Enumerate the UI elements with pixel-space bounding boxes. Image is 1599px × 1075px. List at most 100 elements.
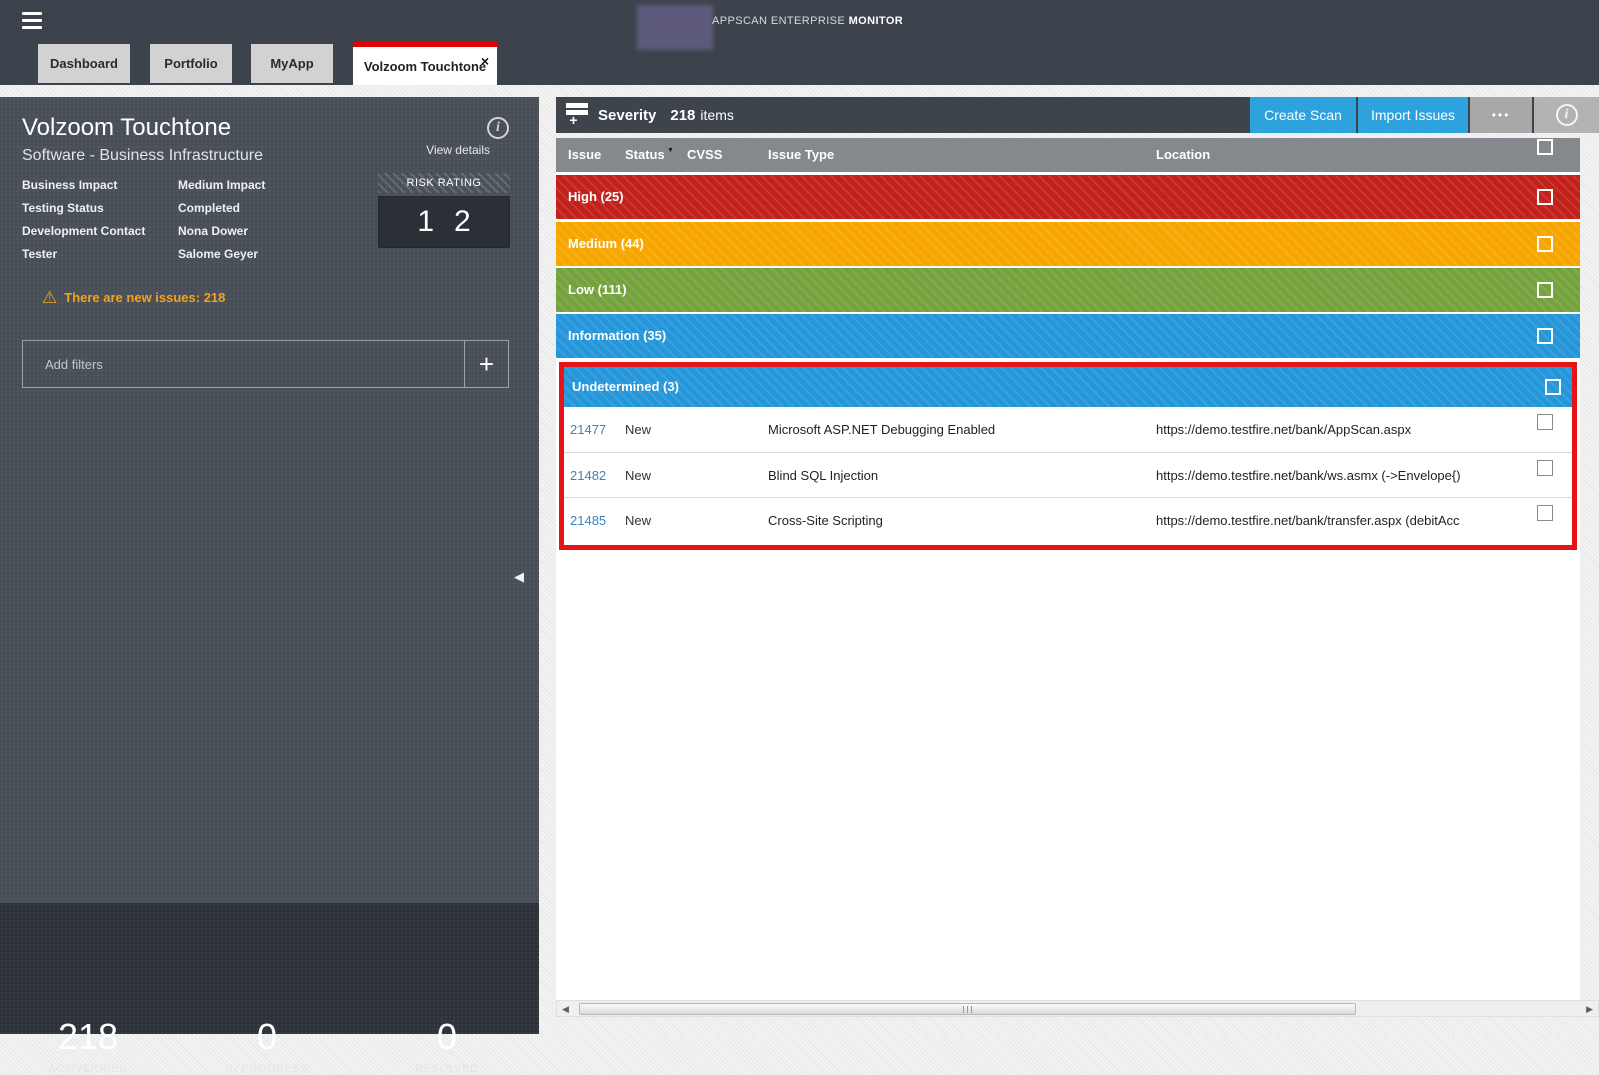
severity-group-medium[interactable]: Medium (44) [556,222,1580,266]
severity-group-label: Medium (44) [568,236,644,251]
field-testing-status: Testing Status Completed [22,201,104,217]
severity-group-information[interactable]: Information (35) [556,314,1580,358]
info-icon: i [1556,104,1578,126]
field-label: Testing Status [22,201,104,215]
stat-label: ACTIVE/OPEN [3,1063,173,1075]
column-location[interactable]: Location [1156,147,1210,162]
issue-status: New [625,468,651,483]
close-tab-icon[interactable]: × [481,53,489,69]
stat-value: 0 [182,1017,352,1057]
application-summary-panel: Volzoom Touchtone Software - Business In… [0,97,539,1034]
risk-rating-label: RISK RATING [378,173,510,193]
table-header-row: Issue Status ▼ CVSS Issue Type Location [556,138,1580,172]
sort-desc-icon[interactable]: ▼ [667,147,674,154]
create-scan-button[interactable]: Create Scan [1248,97,1356,133]
blurred-logo [637,5,713,50]
info-icon[interactable]: i [487,117,509,139]
field-development-contact: Development Contact Nona Dower [22,224,145,240]
tab-portfolio[interactable]: Portfolio [150,44,232,83]
tab-myapp[interactable]: MyApp [251,44,333,83]
risk-value-1: 1 [417,205,434,239]
field-value: Nona Dower [178,224,368,238]
horizontal-scrollbar[interactable]: ◀ ▶ [556,1000,1599,1017]
app-title-regular: APPSCAN ENTERPRISE [712,15,845,27]
issue-location: https://demo.testfire.net/bank/AppScan.a… [1156,422,1534,437]
severity-group-undetermined[interactable]: Undetermined (3) [564,367,1572,407]
scroll-right-icon[interactable]: ▶ [1586,1004,1593,1015]
issue-location: https://demo.testfire.net/bank/ws.asmx (… [1156,468,1534,483]
group-by-icon: + [566,103,588,127]
application-subtitle: Software - Business Infrastructure [22,147,263,165]
severity-group-high[interactable]: High (25) [556,175,1580,219]
issue-stats-section: 218 ACTIVE/OPEN 0 IN PROGRESS 0 RESOLVED [0,903,539,1034]
severity-group-label: Low (111) [568,282,627,297]
issue-id-link[interactable]: 21482 [570,468,606,483]
application-title: Volzoom Touchtone [22,114,231,142]
issue-id-link[interactable]: 21485 [570,513,606,528]
hamburger-menu-icon[interactable] [22,12,44,30]
stat-label: RESOLVED [362,1063,532,1075]
risk-rating-value: 1 2 [378,196,510,248]
stat-resolved: 0 RESOLVED [362,1017,532,1075]
row-checkbox[interactable] [1537,460,1553,476]
severity-group-label: Information (35) [568,328,666,343]
info-button[interactable]: i [1532,97,1599,133]
row-checkbox[interactable] [1537,414,1553,430]
issue-type: Cross-Site Scripting [768,513,1148,528]
group-checkbox[interactable] [1545,379,1561,395]
more-actions-button[interactable]: ••• [1468,97,1532,133]
group-checkbox[interactable] [1537,328,1553,344]
import-issues-button[interactable]: Import Issues [1356,97,1468,133]
column-issue-type[interactable]: Issue Type [768,147,834,162]
group-checkbox[interactable] [1537,189,1553,205]
issue-row-21477[interactable]: 21477 New Microsoft ASP.NET Debugging En… [564,407,1572,452]
stat-active-open: 218 ACTIVE/OPEN [3,1017,173,1075]
field-value: Salome Geyer [178,247,368,261]
field-label: Tester [22,247,57,261]
view-details-link[interactable]: View details [398,143,490,157]
tab-dashboard[interactable]: Dashboard [38,44,130,83]
select-all-checkbox[interactable] [1537,139,1553,155]
items-count-suffix: items [700,107,733,123]
scroll-left-icon[interactable]: ◀ [562,1004,569,1015]
severity-group-label: Undetermined (3) [572,379,679,394]
issue-id-link[interactable]: 21477 [570,422,606,437]
issues-toolbar: + Severity 218 items Create Scan Import … [556,97,1599,133]
stat-label: IN PROGRESS [182,1063,352,1075]
column-issue[interactable]: Issue [568,147,601,162]
warning-text: There are new issues: 218 [64,290,225,305]
stat-value: 0 [362,1017,532,1057]
row-checkbox[interactable] [1537,505,1553,521]
group-plus-glyph: + [567,112,580,126]
issue-type: Blind SQL Injection [768,468,1148,483]
collapse-panel-icon[interactable]: ◀ [514,569,524,585]
issues-table: Issue Status ▼ CVSS Issue Type Location … [556,138,1580,1000]
tab-active-label: Volzoom Touchtone [364,59,486,74]
new-issues-warning: ⚠ There are new issues: 218 [42,289,225,306]
field-business-impact: Business Impact Medium Impact [22,178,117,194]
items-count: 218 [670,107,695,124]
add-filter-button[interactable]: + [464,341,508,387]
group-by-title[interactable]: Severity [598,107,656,124]
issue-row-21482[interactable]: 21482 New Blind SQL Injection https://de… [564,452,1572,497]
group-checkbox[interactable] [1537,236,1553,252]
issue-type: Microsoft ASP.NET Debugging Enabled [768,422,1148,437]
stat-in-progress: 0 IN PROGRESS [182,1017,352,1075]
field-tester: Tester Salome Geyer [22,247,57,263]
stat-value: 218 [3,1017,173,1057]
tab-volzoom-touchtone[interactable]: Volzoom Touchtone × [353,42,497,85]
issue-row-21485[interactable]: 21485 New Cross-Site Scripting https://d… [564,497,1572,542]
field-label: Business Impact [22,178,117,192]
filter-box: + [22,340,509,388]
severity-group-low[interactable]: Low (111) [556,268,1580,312]
add-filters-input[interactable] [23,341,464,387]
scrollbar-grip [963,1006,973,1013]
warning-icon: ⚠ [42,289,57,306]
column-status[interactable]: Status [625,147,665,162]
field-value: Completed [178,201,368,215]
group-checkbox[interactable] [1537,282,1553,298]
severity-group-label: High (25) [568,189,624,204]
top-bar: APPSCAN ENTERPRISE MONITOR Dashboard Por… [0,0,1599,85]
scrollbar-thumb[interactable] [579,1003,1356,1015]
column-cvss[interactable]: CVSS [687,147,722,162]
